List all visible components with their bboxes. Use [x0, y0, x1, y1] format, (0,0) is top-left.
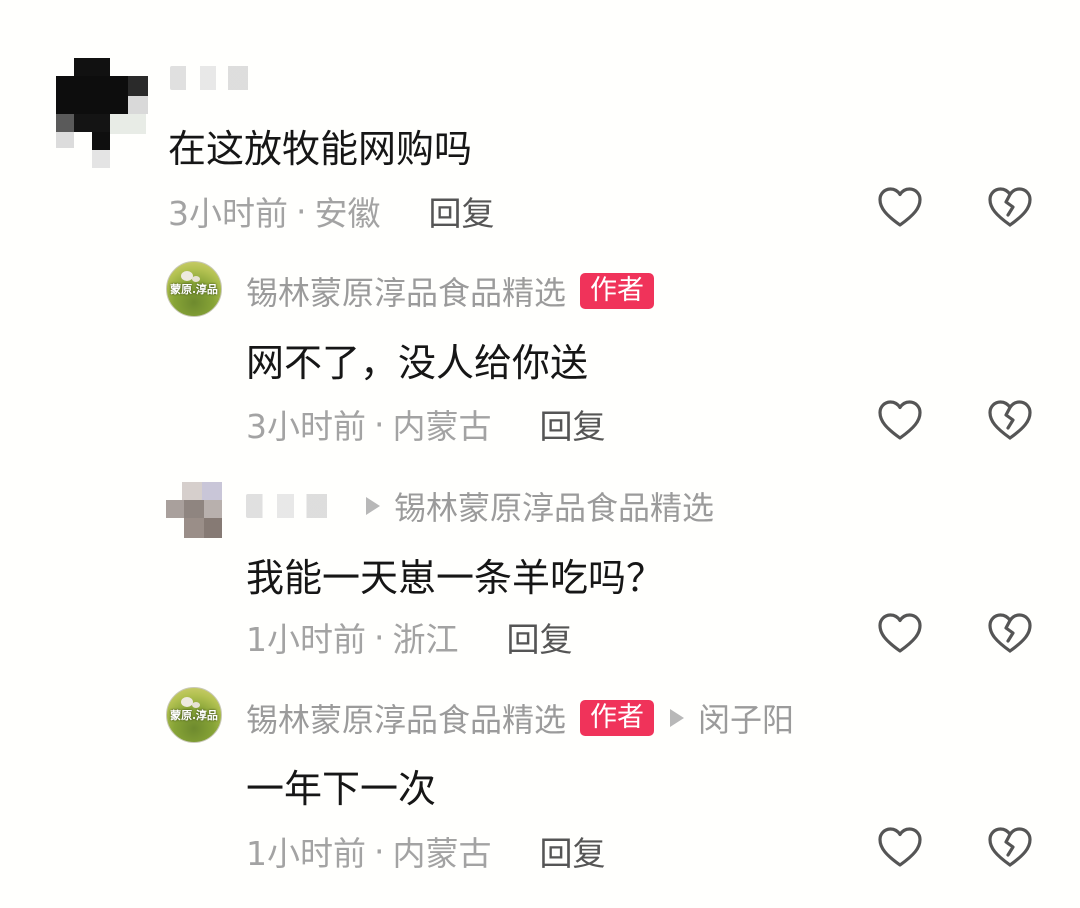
timestamp: 3小时前	[168, 194, 288, 233]
username[interactable]: 锡林蒙原淳品食品精选	[246, 695, 566, 741]
avatar-logo-text: 蒙原.淳品	[170, 283, 218, 296]
reply-arrow-icon	[366, 497, 380, 515]
like-heart-icon[interactable]	[876, 610, 924, 658]
username-blurred[interactable]	[170, 66, 270, 90]
comment-author-row: 锡林蒙原淳品食品精选 作者 闵子阳	[246, 695, 794, 741]
reply-button[interactable]: 回复	[540, 827, 606, 875]
avatar[interactable]: 蒙原.淳品	[166, 687, 222, 743]
comment-meta: 3小时前 · 安徽 回复	[168, 187, 495, 235]
meta-separator: ·	[374, 831, 385, 871]
username-blurred[interactable]	[246, 494, 350, 518]
location: 安徽	[314, 194, 381, 233]
comment-meta: 3小时前 · 内蒙古 回复	[246, 400, 606, 448]
sheep-image	[181, 271, 193, 281]
dislike-broken-heart-icon[interactable]	[986, 184, 1034, 232]
username[interactable]: 锡林蒙原淳品食品精选	[246, 268, 566, 314]
reply-button[interactable]: 回复	[507, 613, 573, 661]
comment-content: 一年下一次	[246, 767, 437, 811]
timestamp: 1小时前	[246, 834, 366, 873]
timestamp: 3小时前	[246, 407, 366, 446]
comment-content: 网不了，没人给你送	[246, 341, 589, 385]
comment-meta: 1小时前 · 内蒙古 回复	[246, 827, 606, 875]
meta-separator: ·	[374, 404, 385, 444]
dislike-broken-heart-icon[interactable]	[986, 824, 1034, 872]
comment-thread: 在这放牧能网购吗 3小时前 · 安徽 回复 蒙原.淳品 锡林蒙原淳品食品精选 作…	[0, 0, 1080, 908]
author-badge: 作者	[580, 700, 655, 736]
reply-button[interactable]: 回复	[429, 187, 495, 235]
dislike-broken-heart-icon[interactable]	[986, 397, 1034, 445]
comment-author-row: 锡林蒙原淳品食品精选	[246, 483, 714, 529]
reply-arrow-icon	[670, 709, 685, 727]
comment-content: 在这放牧能网购吗	[168, 127, 473, 171]
comment-content: 我能一天崽一条羊吃吗？	[246, 556, 665, 600]
meta-separator: ·	[296, 191, 307, 231]
comment-meta: 1小时前 · 浙江 回复	[246, 613, 573, 661]
reply-to-username[interactable]: 闵子阳	[698, 695, 794, 741]
avatar-logo-text: 蒙原.淳品	[170, 709, 218, 722]
sheep-image	[181, 697, 193, 707]
reply-button[interactable]: 回复	[540, 400, 606, 448]
avatar[interactable]	[56, 58, 152, 168]
meta-separator: ·	[374, 617, 385, 657]
author-badge: 作者	[580, 273, 655, 309]
location: 内蒙古	[392, 834, 492, 873]
avatar[interactable]	[166, 482, 222, 538]
timestamp: 1小时前	[246, 620, 366, 659]
reply-to-username[interactable]: 锡林蒙原淳品食品精选	[394, 483, 714, 529]
like-heart-icon[interactable]	[876, 397, 924, 445]
dislike-broken-heart-icon[interactable]	[986, 610, 1034, 658]
comment-author-row: 锡林蒙原淳品食品精选 作者	[246, 268, 655, 314]
comment-author-row	[170, 66, 270, 90]
location: 内蒙古	[392, 407, 492, 446]
location: 浙江	[392, 620, 459, 659]
like-heart-icon[interactable]	[876, 184, 924, 232]
avatar[interactable]: 蒙原.淳品	[166, 261, 222, 317]
like-heart-icon[interactable]	[876, 824, 924, 872]
